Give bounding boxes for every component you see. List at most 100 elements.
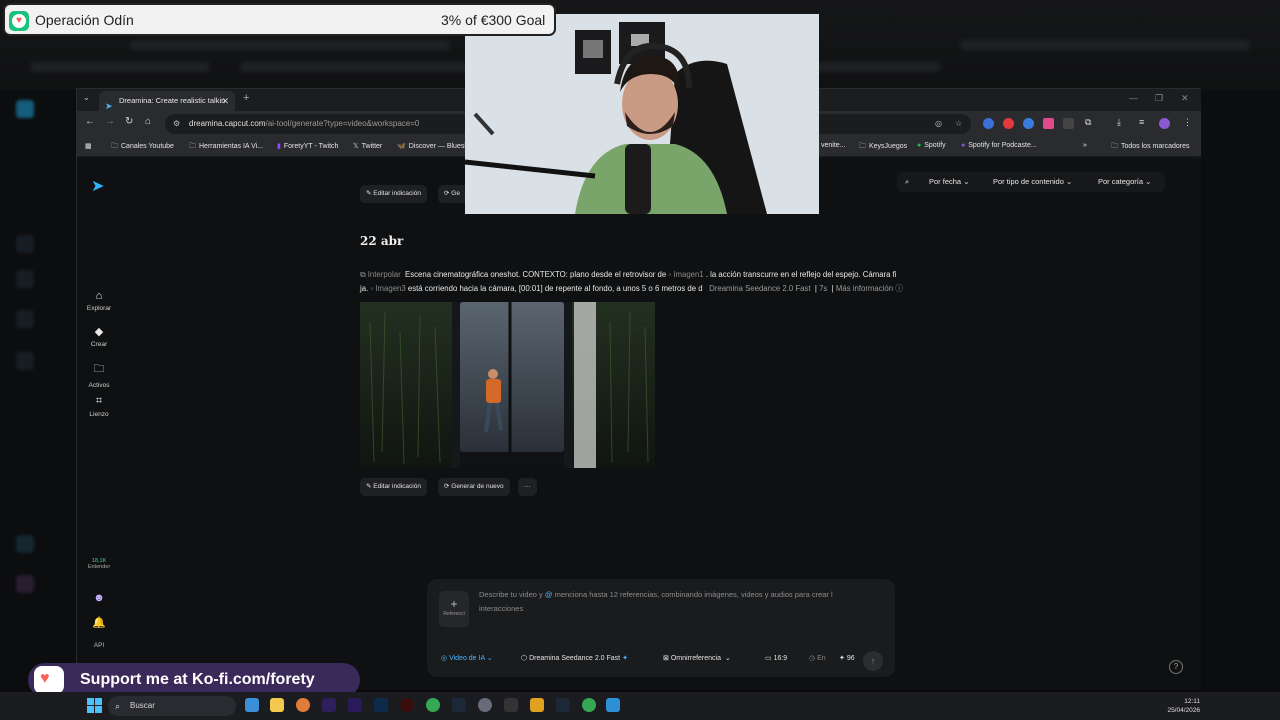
- hide-icon[interactable]: ◎: [935, 114, 942, 134]
- reference-chip[interactable]: ▫ Imagen1: [668, 270, 703, 279]
- dreamina-logo-icon[interactable]: ➤: [91, 176, 104, 196]
- reference-mode-selector[interactable]: ⊠ Omnirreferencia ⌄: [663, 654, 731, 662]
- bookmark-item[interactable]: ▮ ForetyYT - Twitch: [277, 142, 338, 150]
- aspect-ratio-selector[interactable]: ▭ 16:9: [765, 654, 787, 662]
- chrome-icon[interactable]: [582, 698, 596, 712]
- extensions-puzzle-icon[interactable]: ⧉: [1085, 117, 1091, 128]
- credit-cost: ✦ 96: [839, 655, 855, 662]
- search-label: Buscar: [130, 701, 155, 710]
- api-link[interactable]: API: [77, 642, 121, 649]
- duration-selector[interactable]: ◷ En: [809, 654, 826, 662]
- desktop-icon: [16, 352, 34, 370]
- bookmark-item[interactable]: ● Spotify: [917, 142, 946, 149]
- filter-by-date[interactable]: Por fecha ⌄: [929, 177, 969, 186]
- site-info-icon[interactable]: ⚙: [173, 114, 180, 134]
- search-icon[interactable]: ⌕: [905, 177, 909, 187]
- help-button[interactable]: ?: [1169, 660, 1183, 674]
- task-view-icon[interactable]: [245, 698, 259, 712]
- windows-start-icon[interactable]: [87, 698, 102, 713]
- more-options-button[interactable]: ···: [518, 478, 537, 496]
- blender-icon[interactable]: [296, 698, 310, 712]
- more-info-link[interactable]: Más información ⓘ: [836, 284, 903, 293]
- bookmark-item[interactable]: 🗀 Herramientas IA Vi...: [189, 142, 263, 153]
- tab-dreamina[interactable]: ➤ Dreamina: Create realistic talkin ✕: [99, 91, 235, 111]
- chrome-icon[interactable]: [426, 698, 440, 712]
- extension-icon[interactable]: [983, 118, 994, 129]
- model-selector[interactable]: ⬡ Dreamina Seedance 2.0 Fast ✦: [521, 654, 628, 662]
- sidebar-item-crear[interactable]: ◆ Crear: [77, 325, 121, 348]
- after-effects-icon[interactable]: [322, 698, 336, 712]
- file-explorer-icon[interactable]: [270, 698, 284, 712]
- bookmark-item[interactable]: venite...: [821, 142, 846, 149]
- prompt-line: Escena cinematográfica oneshot. CONTEXTO…: [405, 270, 667, 279]
- bookmark-item[interactable]: 𝕏 Twitter: [353, 142, 382, 150]
- edit-prompt-button[interactable]: ✎ Editar indicación: [360, 478, 427, 496]
- desktop-icon: [16, 310, 34, 328]
- premiere-icon[interactable]: [348, 698, 362, 712]
- prompt-input[interactable]: Describe tu video y @ menciona hasta 12 …: [479, 588, 889, 616]
- new-tab-icon[interactable]: +: [243, 92, 249, 104]
- extension-icon[interactable]: [1063, 118, 1074, 129]
- notifications-button[interactable]: 🔔: [77, 616, 121, 632]
- download-icon[interactable]: ⤓: [1117, 117, 1121, 128]
- sidebar-item-lienzo[interactable]: ⌗ Lienzo: [77, 395, 121, 418]
- regenerate-button[interactable]: ⟳ Ge: [438, 185, 468, 203]
- reference-label: Imagen3: [375, 284, 406, 293]
- credits-counter[interactable]: 18,1K Entender: [77, 558, 121, 570]
- prompt-line: está corriendo hacia la cámara, [00:01] …: [407, 284, 703, 293]
- home-icon[interactable]: ⌂: [145, 116, 151, 127]
- send-button[interactable]: ↑: [863, 651, 883, 671]
- bookmark-item[interactable]: 🦋 Discover — Blueski: [397, 142, 469, 150]
- bookmark-star-icon[interactable]: ☆: [955, 114, 962, 134]
- back-icon[interactable]: ←: [85, 116, 95, 127]
- steam-icon[interactable]: [556, 698, 570, 712]
- dreamina-favicon-icon: ➤: [105, 101, 113, 111]
- desktop-left: [0, 90, 75, 690]
- bookmark-item[interactable]: 🗀 KeysJuegos: [859, 142, 907, 153]
- reference-chip[interactable]: ▫ Imagen3: [370, 284, 405, 293]
- forward-icon[interactable]: →: [105, 116, 115, 127]
- model-label: Dreamina Seedance 2.0 Fast: [529, 655, 621, 662]
- epic-games-icon[interactable]: [504, 698, 518, 712]
- user-avatar[interactable]: ☻: [77, 592, 121, 607]
- interpolate-tag[interactable]: ⧉ Interpolar: [360, 270, 401, 279]
- bookmark-item[interactable]: 🗀 Canales Youtube: [111, 142, 174, 153]
- extension-icon[interactable]: [1043, 118, 1054, 129]
- opera-icon[interactable]: [400, 698, 414, 712]
- sidebar-item-explorar[interactable]: ⌂ Explorar: [77, 290, 121, 312]
- profile-avatar[interactable]: [1159, 118, 1170, 129]
- mode-selector[interactable]: ◎ Video de IA ⌄: [441, 654, 493, 662]
- menu-dots-icon[interactable]: ⋮: [1183, 117, 1192, 128]
- sidebar-item-activos[interactable]: 🗀 Activos: [77, 360, 121, 389]
- more-info-label: Más información: [835, 284, 894, 293]
- close-window-icon[interactable]: ✕: [1181, 93, 1189, 104]
- all-bookmarks[interactable]: 🗀 Todos los marcadores: [1111, 142, 1189, 153]
- add-reference-button[interactable]: + Referenci: [439, 591, 469, 627]
- system-clock[interactable]: 12:11 25/04/2026: [1140, 697, 1200, 715]
- extension-icon[interactable]: [1003, 118, 1014, 129]
- maximize-icon[interactable]: ❐: [1155, 93, 1163, 104]
- app-icon[interactable]: [606, 698, 620, 712]
- bookmarks-overflow-icon[interactable]: »: [1083, 142, 1087, 149]
- tab-search-icon[interactable]: ⌄: [83, 93, 90, 102]
- reload-icon[interactable]: ↻: [125, 116, 133, 127]
- duration-label: En: [817, 655, 826, 662]
- sidebar-item-label: Explorar: [86, 305, 112, 312]
- reading-list-icon[interactable]: ≡: [1139, 117, 1144, 127]
- steam-icon[interactable]: [452, 698, 466, 712]
- filter-by-type[interactable]: Por tipo de contenido ⌄: [993, 177, 1072, 186]
- extension-icon[interactable]: [1023, 118, 1034, 129]
- filter-by-category[interactable]: Por categoría ⌄: [1098, 177, 1151, 186]
- photoshop-icon[interactable]: [374, 698, 388, 712]
- generated-video-thumbnail[interactable]: [360, 302, 655, 468]
- minimize-icon[interactable]: —: [1129, 93, 1138, 103]
- close-tab-icon[interactable]: ✕: [221, 91, 229, 111]
- apps-grid-icon[interactable]: ▦: [85, 142, 92, 150]
- edit-prompt-button[interactable]: ✎ Editar indicación: [360, 185, 427, 203]
- bookmark-item[interactable]: ● Spotify for Podcaste...: [961, 142, 1037, 149]
- taskbar-search[interactable]: ⌕ Buscar: [108, 696, 236, 716]
- app-icon[interactable]: [530, 698, 544, 712]
- bookmark-label: ForetyYT - Twitch: [283, 143, 339, 150]
- regenerate-button[interactable]: ⟳ Generar de nuevo: [438, 478, 510, 496]
- app-icon[interactable]: [478, 698, 492, 712]
